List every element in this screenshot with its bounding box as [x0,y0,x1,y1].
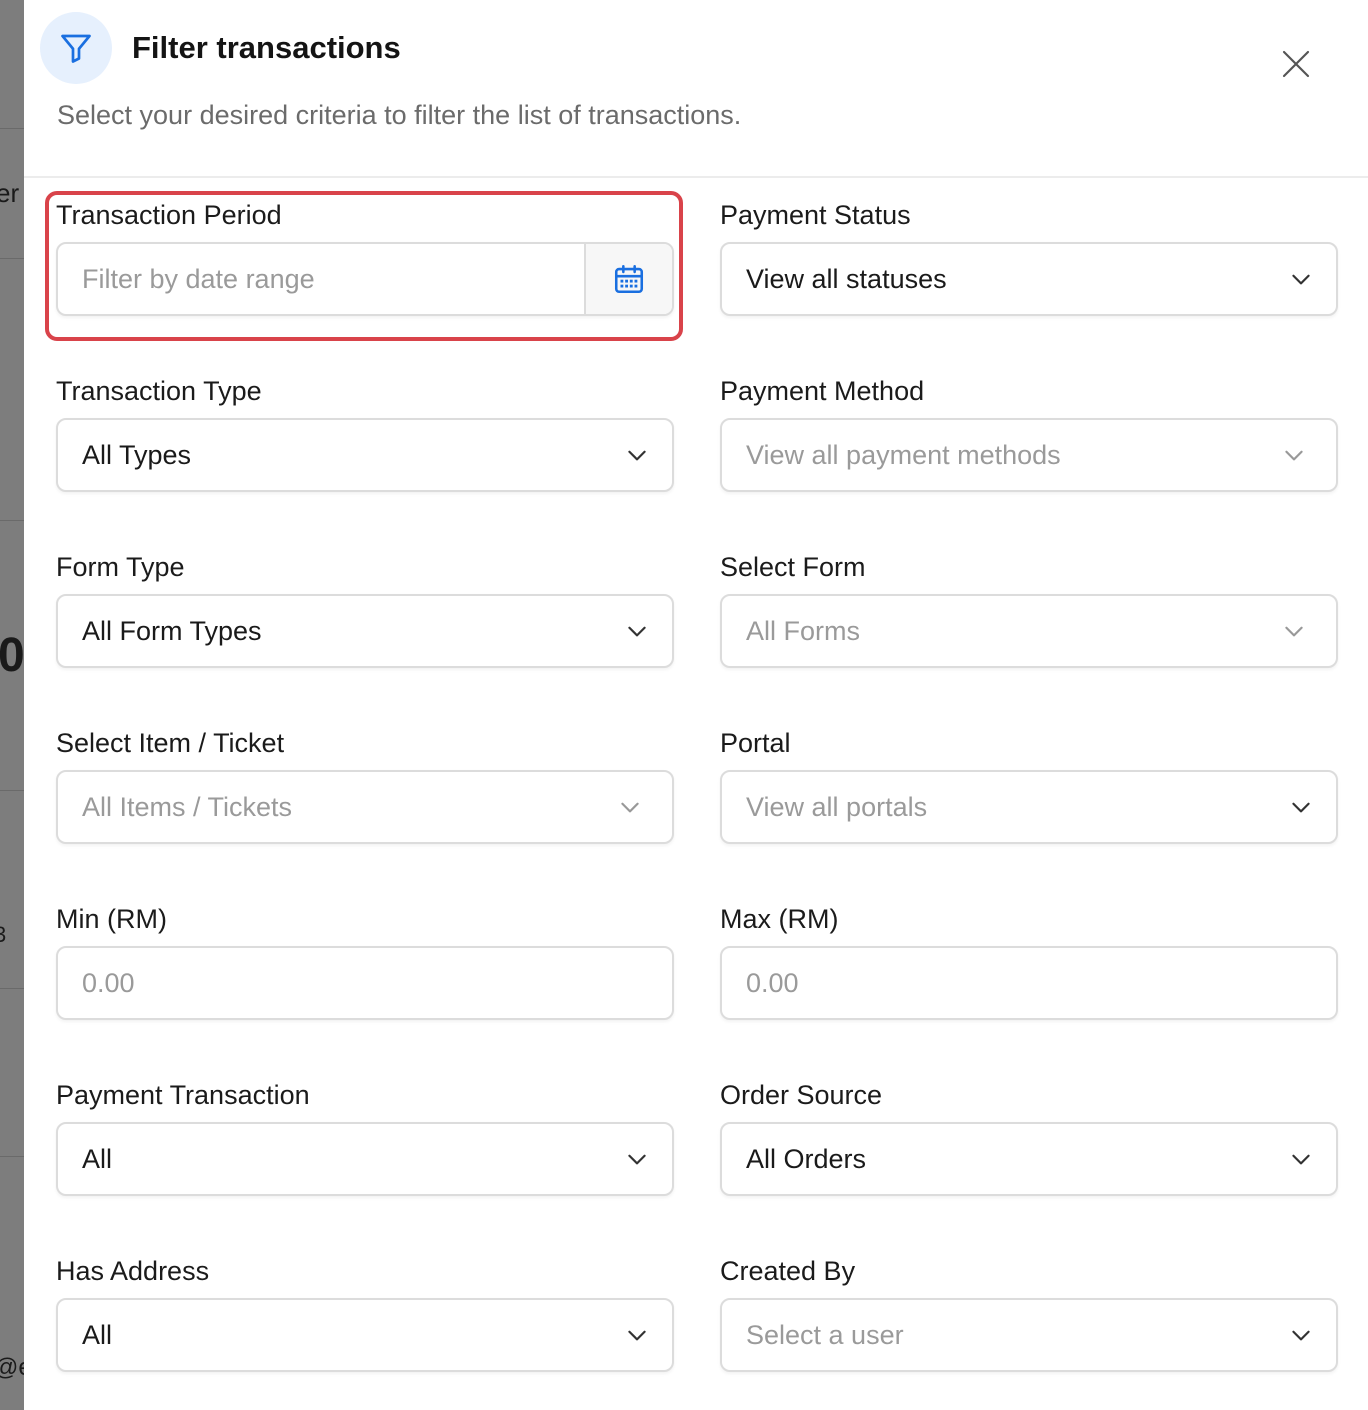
field-label: Form Type [56,552,185,582]
chevron-down-icon [1266,794,1336,820]
background-divider [0,258,24,259]
form-type-select[interactable]: All Form Types [56,594,674,668]
chevron-down-icon [602,618,672,644]
background-page: er 0 3 @e [0,0,32,1410]
chevron-down-icon [1266,618,1336,644]
modal-header: Filter transactions Select your desired … [24,0,1368,178]
has-address-select[interactable]: All [56,1298,674,1372]
close-button[interactable] [1276,44,1316,84]
field-label: Created By [720,1256,856,1286]
field-label: Select Item / Ticket [56,728,285,758]
chevron-down-icon [602,1322,672,1348]
background-badge: 3 [0,922,7,947]
payment-status-select[interactable]: View all statuses [720,242,1338,316]
date-range-input[interactable]: Filter by date range [56,242,674,316]
background-text: er [0,178,20,208]
modal-subtitle: Select your desired criteria to filter t… [57,100,742,130]
chevron-down-icon [602,442,672,468]
field-label: Max (RM) [720,904,839,934]
payment-method-select[interactable]: View all payment methods [720,418,1338,492]
field-label: Transaction Period [56,200,282,230]
selected-value: All Types [82,439,192,470]
field-label: Order Source [720,1080,883,1110]
input-placeholder: 0.00 [82,967,135,998]
field-label: Has Address [56,1256,210,1286]
calendar-icon [614,264,644,294]
selected-value: All Orders [746,1143,867,1174]
chevron-down-icon [1266,1146,1336,1172]
chevron-down-icon [1266,1322,1336,1348]
select-placeholder: View all payment methods [746,439,1061,470]
background-divider [0,790,24,791]
selected-value: All [82,1143,113,1174]
chevron-down-icon [1266,266,1336,292]
chevron-down-icon [1266,442,1336,468]
portal-select[interactable]: View all portals [720,770,1338,844]
select-placeholder: Select a user [746,1319,904,1350]
input-placeholder: 0.00 [746,967,799,998]
field-label: Portal [720,728,791,758]
field-label: Payment Status [720,200,911,230]
transaction-type-select[interactable]: All Types [56,418,674,492]
order-source-select[interactable]: All Orders [720,1122,1338,1196]
select-item-select[interactable]: All Items / Tickets [56,770,674,844]
field-label: Select Form [720,552,866,582]
max-amount-input[interactable]: 0.00 [720,946,1338,1020]
selected-value: All Form Types [82,615,262,646]
select-placeholder: All Forms [746,615,860,646]
background-divider [0,1156,24,1157]
payment-transaction-select[interactable]: All [56,1122,674,1196]
date-range-placeholder: Filter by date range [82,263,315,294]
min-amount-input[interactable]: 0.00 [56,946,674,1020]
close-icon [1282,50,1310,78]
field-label: Payment Method [720,376,925,406]
select-form-select[interactable]: All Forms [720,594,1338,668]
field-label: Min (RM) [56,904,167,934]
chevron-down-icon [602,794,672,820]
select-placeholder: All Items / Tickets [82,791,293,822]
background-divider [0,520,24,521]
select-placeholder: View all portals [746,791,928,822]
field-label: Transaction Type [56,376,262,406]
background-divider [0,128,24,129]
background-number: 0 [0,629,25,682]
selected-value: All [82,1319,113,1350]
calendar-button[interactable] [584,244,672,314]
chevron-down-icon [602,1146,672,1172]
selected-value: View all statuses [746,263,947,294]
modal-title: Filter transactions [132,30,401,65]
background-divider [0,988,24,989]
field-label: Payment Transaction [56,1080,310,1110]
created-by-select[interactable]: Select a user [720,1298,1338,1372]
filter-icon [40,12,112,84]
filter-modal: Filter transactions Select your desired … [24,0,1368,1410]
